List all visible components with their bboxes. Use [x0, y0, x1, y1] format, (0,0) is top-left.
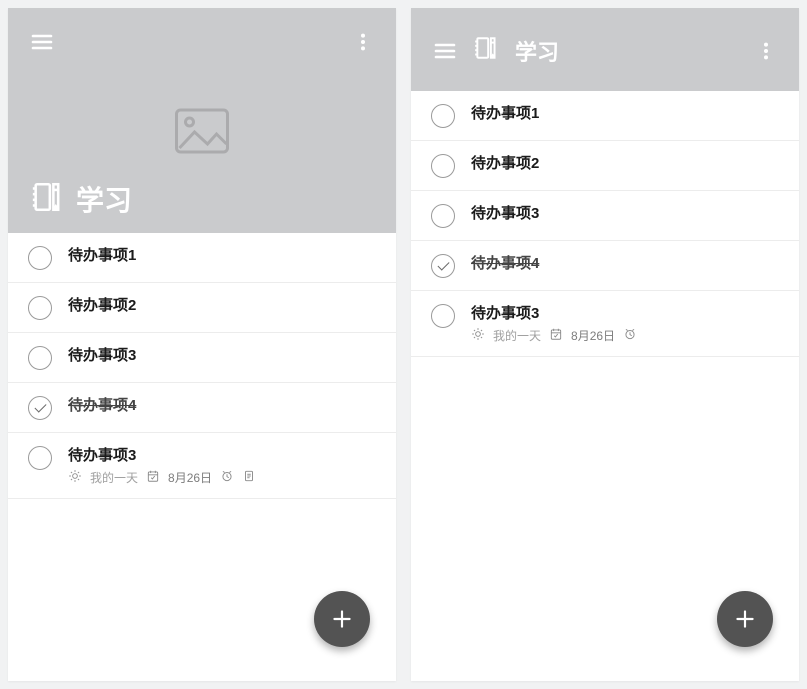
- hamburger-icon[interactable]: [433, 39, 457, 63]
- item-title: 待办事项3: [471, 202, 783, 223]
- item-title: 待办事项2: [68, 294, 380, 315]
- item-title: 待办事项2: [471, 152, 783, 173]
- page-title: 学习: [515, 35, 559, 67]
- list-item[interactable]: 待办事项4: [8, 383, 396, 433]
- list-item[interactable]: 待办事项1: [411, 91, 799, 141]
- hamburger-icon[interactable]: [30, 30, 54, 54]
- image-placeholder-icon: [175, 108, 230, 154]
- notebook-icon: [473, 35, 499, 66]
- item-meta: 我的一天 8月26日: [471, 327, 783, 344]
- checkbox[interactable]: [28, 346, 52, 370]
- myday-label: 我的一天: [90, 469, 138, 486]
- checkbox[interactable]: [431, 254, 455, 278]
- sun-icon: [68, 469, 82, 486]
- topbar: [30, 28, 374, 56]
- page-title: 学习: [76, 179, 132, 219]
- list-item[interactable]: 待办事项3: [411, 191, 799, 241]
- checkbox[interactable]: [431, 154, 455, 178]
- date-label: 8月26日: [571, 327, 615, 344]
- item-meta: 我的一天 8月26日: [68, 469, 380, 486]
- more-icon[interactable]: [352, 31, 374, 53]
- list-item[interactable]: 待办事项1: [8, 233, 396, 283]
- list-item[interactable]: 待办事项3 我的一天: [8, 433, 396, 499]
- checkbox[interactable]: [431, 304, 455, 328]
- header: 学习: [8, 8, 396, 233]
- checkbox[interactable]: [28, 446, 52, 470]
- item-title: 待办事项3: [68, 344, 380, 365]
- note-icon: [242, 469, 256, 486]
- list-item[interactable]: 待办事项2: [411, 141, 799, 191]
- header-title-row: 学习: [30, 179, 374, 219]
- add-button[interactable]: [717, 591, 773, 647]
- item-title: 待办事项3: [471, 302, 783, 323]
- list-item[interactable]: 待办事项3 我的一天: [411, 291, 799, 357]
- panel-left: 学习 待办事项1 待办事项2 待办事项3 待办事项4: [8, 8, 396, 681]
- checkbox[interactable]: [28, 396, 52, 420]
- calendar-icon: [549, 327, 563, 344]
- list-item[interactable]: 待办事项3: [8, 333, 396, 383]
- checkbox[interactable]: [28, 246, 52, 270]
- sun-icon: [471, 327, 485, 344]
- checkbox[interactable]: [431, 204, 455, 228]
- panel-right: 学习 待办事项1 待办事项2 待办事项3: [411, 8, 799, 681]
- item-title: 待办事项1: [68, 244, 380, 265]
- alarm-icon: [623, 327, 637, 344]
- checkbox[interactable]: [431, 104, 455, 128]
- list-item[interactable]: 待办事项4: [411, 241, 799, 291]
- item-title: 待办事项3: [68, 444, 380, 465]
- alarm-icon: [220, 469, 234, 486]
- item-title: 待办事项4: [471, 252, 783, 273]
- myday-label: 我的一天: [493, 327, 541, 344]
- checkbox[interactable]: [28, 296, 52, 320]
- add-button[interactable]: [314, 591, 370, 647]
- calendar-icon: [146, 469, 160, 486]
- header: 学习: [411, 8, 799, 91]
- date-label: 8月26日: [168, 469, 212, 486]
- more-icon[interactable]: [755, 40, 777, 62]
- list-item[interactable]: 待办事项2: [8, 283, 396, 333]
- item-title: 待办事项1: [471, 102, 783, 123]
- item-title: 待办事项4: [68, 394, 380, 415]
- notebook-icon: [30, 180, 64, 219]
